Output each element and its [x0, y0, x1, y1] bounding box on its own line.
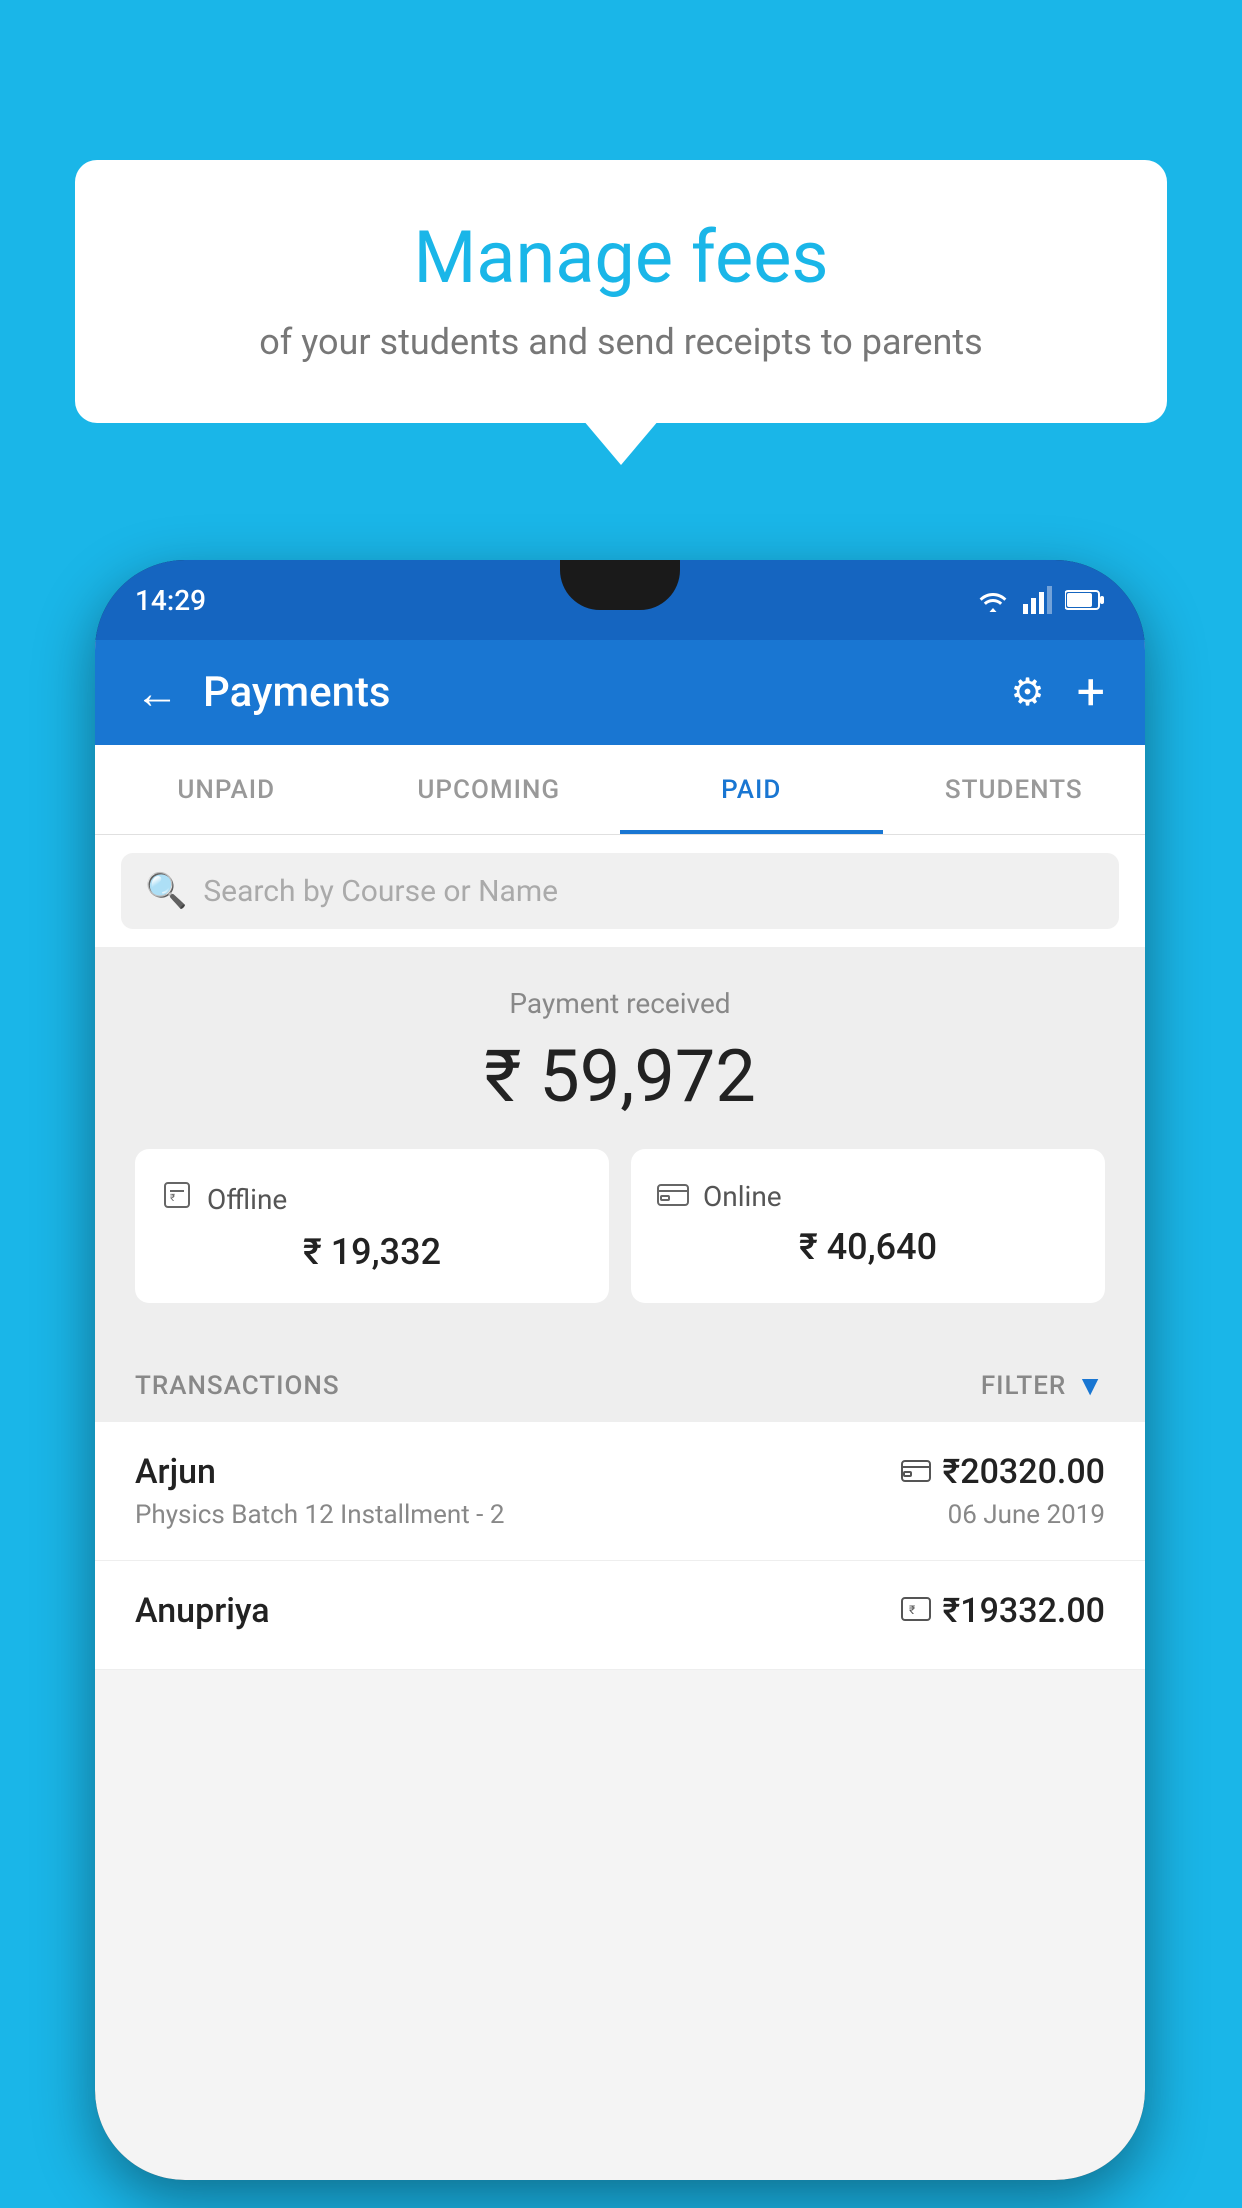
signal-icon — [1023, 586, 1053, 614]
transaction-amount: ₹20320.00 — [943, 1452, 1105, 1492]
transaction-row[interactable]: Arjun ₹20320.00 Physics Batch 12 Install… — [95, 1422, 1145, 1561]
svg-text:₹: ₹ — [170, 1193, 175, 1204]
battery-icon — [1065, 589, 1105, 611]
transaction-amount-wrap: ₹ ₹19332.00 — [901, 1591, 1105, 1631]
offline-amount: ₹ 19,332 — [161, 1231, 583, 1273]
status-time: 14:29 — [135, 584, 206, 617]
filter-button[interactable]: FILTER ▼ — [981, 1369, 1105, 1402]
tab-students[interactable]: STUDENTS — [883, 745, 1146, 834]
online-amount: ₹ 40,640 — [657, 1226, 1079, 1268]
offline-label: Offline — [207, 1183, 287, 1216]
settings-icon[interactable]: ⚙ — [1011, 670, 1045, 715]
page-title: Payments — [203, 668, 1011, 717]
notch — [560, 560, 680, 610]
app-header: ← Payments ⚙ + — [95, 640, 1145, 745]
transactions-header: TRANSACTIONS FILTER ▼ — [95, 1343, 1145, 1422]
transaction-name: Anupriya — [135, 1591, 270, 1631]
tab-upcoming[interactable]: UPCOMING — [358, 745, 621, 834]
search-input-wrapper[interactable]: 🔍 Search by Course or Name — [121, 853, 1119, 929]
search-placeholder: Search by Course or Name — [203, 874, 558, 909]
offline-card-label-row: ₹ Offline — [161, 1179, 583, 1219]
bubble-title: Manage fees — [135, 215, 1107, 301]
transaction-description: Physics Batch 12 Installment - 2 — [135, 1500, 504, 1530]
transactions-label: TRANSACTIONS — [135, 1371, 340, 1401]
transaction-top: Arjun ₹20320.00 — [135, 1452, 1105, 1492]
online-card-label-row: Online — [657, 1179, 1079, 1214]
search-icon: 🔍 — [145, 871, 187, 911]
filter-label: FILTER — [981, 1371, 1066, 1401]
status-icons — [975, 586, 1105, 614]
payment-received-label: Payment received — [135, 987, 1105, 1020]
phone-frame: 14:29 ← Payments — [95, 560, 1145, 2180]
payment-cards: ₹ Offline ₹ 19,332 — [135, 1149, 1105, 1303]
online-label: Online — [703, 1180, 782, 1213]
offline-icon: ₹ — [161, 1179, 193, 1219]
transaction-row[interactable]: Anupriya ₹ ₹19332.00 — [95, 1561, 1145, 1670]
transaction-top: Anupriya ₹ ₹19332.00 — [135, 1591, 1105, 1631]
speech-bubble: Manage fees of your students and send re… — [75, 160, 1167, 423]
svg-text:₹: ₹ — [909, 1603, 915, 1617]
transaction-amount-wrap: ₹20320.00 — [901, 1452, 1105, 1492]
tab-unpaid[interactable]: UNPAID — [95, 745, 358, 834]
tabs-bar: UNPAID UPCOMING PAID STUDENTS — [95, 745, 1145, 835]
search-bar-container: 🔍 Search by Course or Name — [95, 835, 1145, 947]
payment-total-amount: ₹ 59,972 — [135, 1034, 1105, 1119]
offline-pay-icon: ₹ — [901, 1595, 931, 1628]
phone-screen: ← Payments ⚙ + UNPAID UPCOMING PAID STUD… — [95, 640, 1145, 2180]
wifi-icon — [975, 586, 1011, 614]
transaction-date: 06 June 2019 — [948, 1500, 1105, 1530]
transaction-bottom: Physics Batch 12 Installment - 2 06 June… — [135, 1500, 1105, 1530]
transaction-name: Arjun — [135, 1452, 216, 1492]
bubble-subtitle: of your students and send receipts to pa… — [135, 321, 1107, 363]
offline-payment-card: ₹ Offline ₹ 19,332 — [135, 1149, 609, 1303]
back-button[interactable]: ← — [135, 667, 179, 719]
online-payment-card: Online ₹ 40,640 — [631, 1149, 1105, 1303]
transaction-amount: ₹19332.00 — [943, 1591, 1105, 1631]
online-icon — [657, 1179, 689, 1214]
header-icons: ⚙ + — [1011, 664, 1105, 722]
payment-summary: Payment received ₹ 59,972 ₹ — [95, 947, 1145, 1343]
add-icon[interactable]: + — [1077, 664, 1105, 722]
tab-paid[interactable]: PAID — [620, 745, 883, 834]
filter-icon: ▼ — [1076, 1369, 1105, 1402]
credit-card-icon — [901, 1456, 931, 1489]
status-bar: 14:29 — [95, 560, 1145, 640]
